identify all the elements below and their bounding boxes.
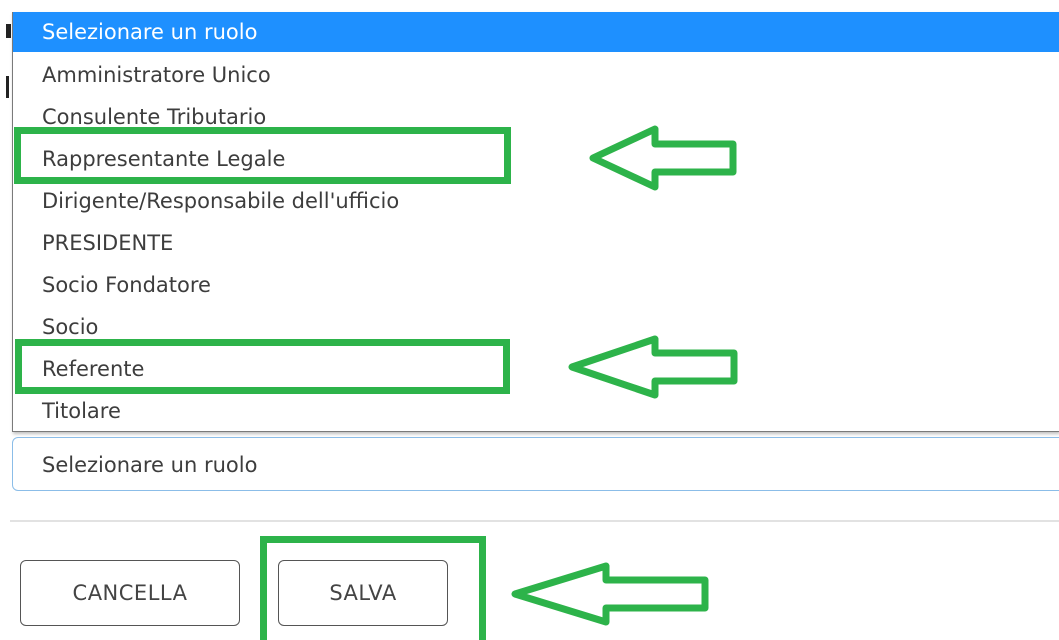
dropdown-option-amministratore-unico[interactable]: Amministratore Unico xyxy=(13,54,1059,96)
dropdown-option-referente[interactable]: Referente xyxy=(13,348,1059,390)
dropdown-option-socio-fondatore[interactable]: Socio Fondatore xyxy=(13,264,1059,306)
cancel-button[interactable]: CANCELLA xyxy=(20,560,240,626)
dropdown-option-rappresentante-legale[interactable]: Rappresentante Legale xyxy=(13,138,1059,180)
role-dropdown-list[interactable]: Selezionare un ruolo Amministratore Unic… xyxy=(12,12,1059,432)
dropdown-option-consulente-tributario[interactable]: Consulente Tributario xyxy=(13,96,1059,138)
dropdown-option-selezionare-un-ruolo[interactable]: Selezionare un ruolo xyxy=(13,12,1059,52)
dropdown-option-dirigente-responsabile[interactable]: Dirigente/Responsabile dell'ufficio xyxy=(13,180,1059,222)
role-select[interactable]: Selezionare un ruolo xyxy=(12,437,1059,491)
clipped-edge-mark xyxy=(6,76,9,98)
role-select-value: Selezionare un ruolo xyxy=(42,453,258,477)
clipped-edge-mark xyxy=(6,24,11,38)
dropdown-option-titolare[interactable]: Titolare xyxy=(13,390,1059,432)
dropdown-option-socio[interactable]: Socio xyxy=(13,306,1059,348)
left-arrow-icon xyxy=(511,562,709,626)
save-button[interactable]: SALVA xyxy=(278,560,448,626)
dropdown-option-presidente[interactable]: PRESIDENTE xyxy=(13,222,1059,264)
form-divider xyxy=(10,520,1059,522)
